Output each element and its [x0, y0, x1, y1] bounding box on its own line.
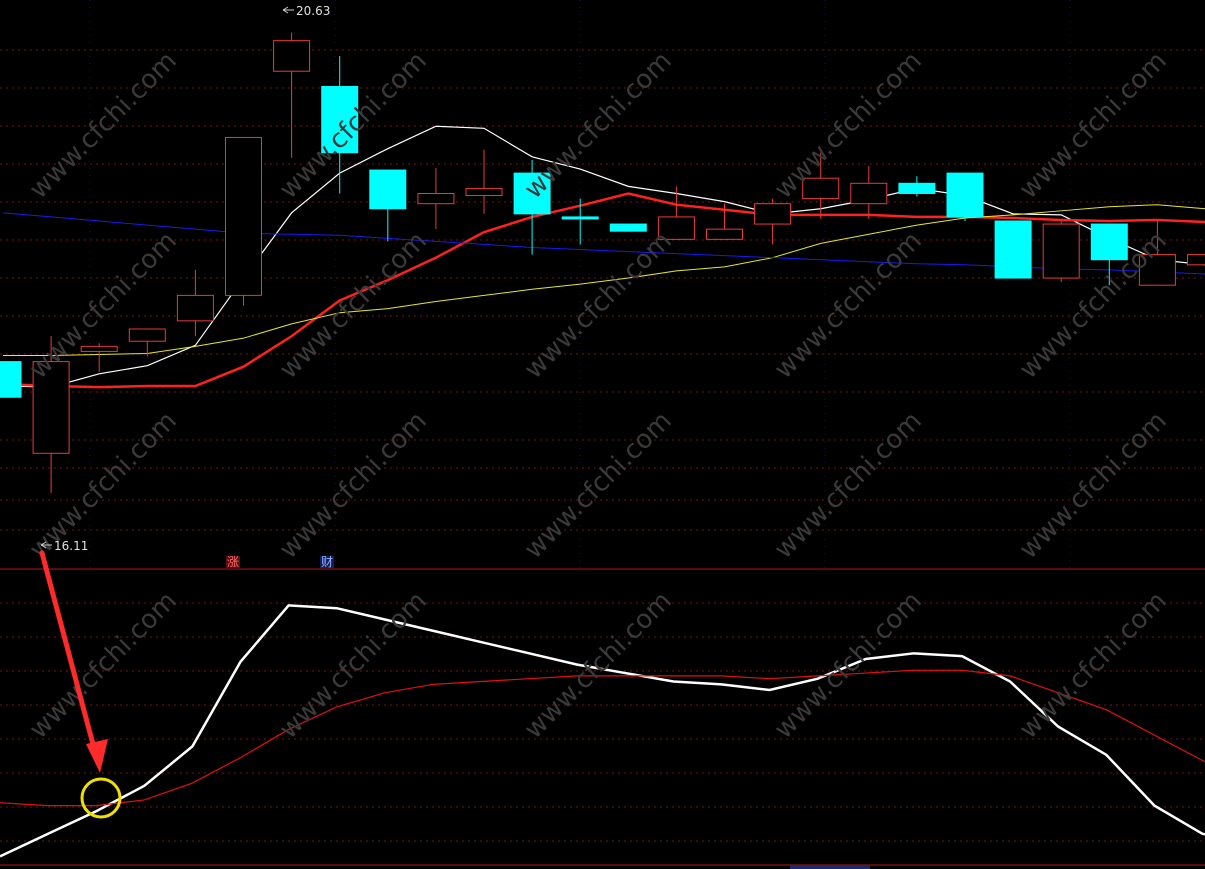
watermarks: www.cfchi.com www.cfchi.com www.cfchi.com w… — [24, 46, 1173, 745]
candle — [946, 172, 984, 221]
watermark-text: www.cfchi.com — [519, 406, 678, 565]
candle-body-up — [754, 203, 792, 225]
candle-body-up — [465, 187, 503, 197]
candle-body-up — [417, 192, 455, 205]
candle — [0, 361, 22, 398]
candle-body-up — [80, 345, 118, 352]
watermark-text: www.cfchi.com — [769, 46, 928, 205]
marker-cai[interactable]: 财 — [320, 555, 334, 569]
marker-cai-text: 财 — [321, 555, 333, 569]
candle-body-up — [176, 294, 214, 322]
candle — [225, 136, 262, 306]
candle — [609, 223, 647, 232]
candle-body-up — [706, 228, 743, 240]
min-price-label: 16.11 — [54, 539, 88, 553]
watermark-text: www.cfchi.com — [24, 586, 183, 745]
chart-stage: www.cfchi.com www.cfchi.com www.cfchi.com w… — [0, 0, 1205, 869]
candle-body-down — [0, 361, 22, 398]
candle — [657, 186, 695, 240]
max-price-annotation: 20.63 — [282, 4, 330, 18]
candle — [176, 269, 214, 337]
watermark-text: www.cfchi.com — [1014, 46, 1173, 205]
candle-body-down — [898, 182, 936, 194]
candle — [850, 165, 888, 219]
candle-body-up — [1042, 223, 1080, 279]
watermark-text: www.cfchi.com — [1014, 406, 1173, 565]
candle — [898, 176, 936, 197]
candle — [80, 343, 118, 372]
date-strip — [790, 865, 870, 869]
candle — [417, 168, 455, 230]
watermark-text: www.cfchi.com — [519, 586, 678, 745]
watermark-text: www.cfchi.com — [769, 226, 928, 385]
candle-body-down — [946, 172, 984, 218]
candle-body-down — [369, 169, 407, 210]
watermark-text: www.cfchi.com — [769, 406, 928, 565]
candle-body-down — [609, 223, 647, 232]
candle — [1187, 254, 1205, 266]
candle — [994, 220, 1032, 279]
watermark-text: www.cfchi.com — [274, 586, 433, 745]
watermark-text: www.cfchi.com — [519, 46, 678, 205]
max-price-label: 20.63 — [296, 4, 330, 18]
candle-body-up — [128, 328, 166, 342]
marker-zhang[interactable]: 涨 — [226, 554, 240, 569]
candle — [465, 149, 503, 214]
watermark-text: www.cfchi.com — [769, 586, 928, 745]
candle-body-up — [273, 40, 311, 72]
candle — [369, 169, 407, 242]
indicator-red-line — [0, 669, 1205, 807]
candle-body-up — [850, 182, 888, 205]
candle — [128, 328, 166, 357]
watermark-text: www.cfchi.com — [24, 46, 183, 205]
candle-body-up — [1187, 254, 1205, 266]
candle-body-up — [225, 136, 262, 296]
candle — [273, 32, 311, 158]
watermark-text: www.cfchi.com — [519, 226, 678, 385]
candle-body-down — [994, 220, 1032, 279]
crossover-circle — [80, 777, 122, 819]
candle — [561, 198, 599, 245]
candle — [1042, 221, 1080, 283]
candle — [754, 198, 792, 245]
watermark-text: www.cfchi.com — [274, 406, 433, 565]
candle-body-down — [561, 216, 599, 220]
marker-zhang-text: 涨 — [227, 554, 239, 569]
watermark-text: www.cfchi.com — [1014, 586, 1173, 745]
